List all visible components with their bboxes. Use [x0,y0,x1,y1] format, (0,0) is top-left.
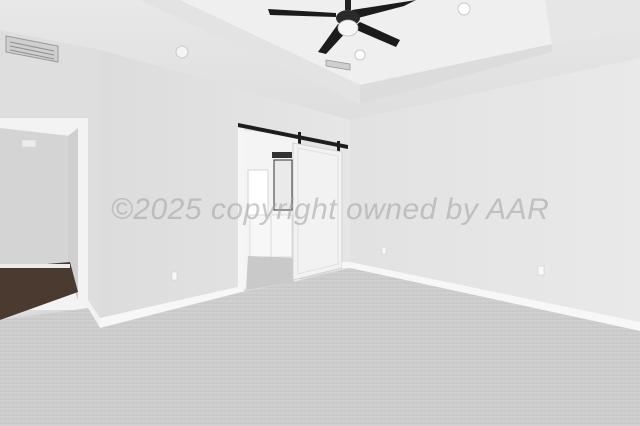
bedroom-photo: ©2025 copyright owned by AAR [0,0,640,426]
recessed-light [457,2,471,16]
recessed-light [354,49,366,61]
outlet [537,265,545,276]
outlet [381,246,387,255]
recessed-light [175,45,189,59]
watermark-text: ©2025 copyright owned by AAR [110,193,550,226]
outlet [171,271,178,281]
